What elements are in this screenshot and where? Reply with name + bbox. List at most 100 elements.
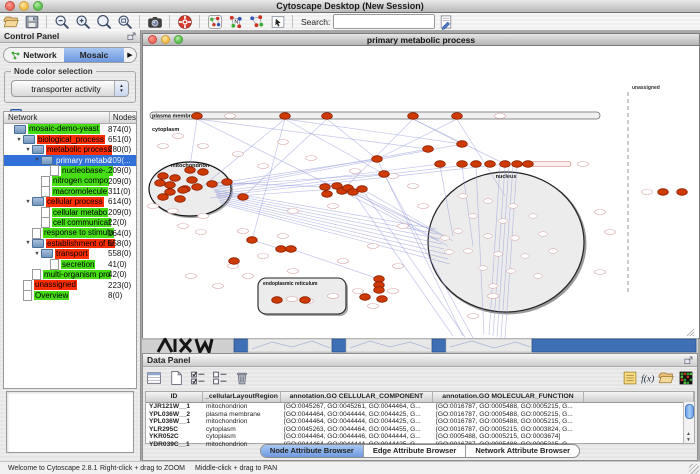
network-node[interactable] [170,175,181,182]
table-scrollbar[interactable]: ▲▼ [683,402,694,443]
network-node[interactable] [198,169,209,176]
network-node[interactable] [320,184,331,191]
table-row[interactable]: YJR121W__1mitochondrion[GO:0045267, GO:0… [146,403,694,411]
nucleus-node[interactable] [479,266,488,271]
tree-row[interactable]: cellular metabo209(0) [4,207,136,217]
tree-row[interactable]: ▼establishment of lo558(0) [4,238,136,248]
tab-network-attribute-browser[interactable]: Network Attribute Browser [466,445,579,457]
tab-network[interactable]: Network [4,48,64,62]
network-node[interactable] [512,161,523,168]
nucleus-node[interactable] [507,269,516,274]
node-color-dropdown[interactable]: transporter activity ▲▼ [11,80,129,97]
network-node[interactable] [158,194,169,201]
table-row[interactable]: YPL036W__1mitochondrion[GO:0044464, GO:0… [146,418,694,426]
table-row[interactable]: YLR295Ccytoplasm[GO:0045263, GO:0044464,… [146,426,694,434]
network-node[interactable] [192,113,203,120]
tree-row[interactable]: unassigned223(0) [4,280,136,290]
import-attributes-icon[interactable] [658,370,674,386]
tree-row[interactable]: ▼primary metabo209(... [4,155,136,165]
delete-attribute-icon[interactable] [234,370,250,386]
nucleus-node[interactable] [469,214,478,219]
tree-row[interactable]: mosaic-demo-yeast874(0) [4,124,136,134]
network-node[interactable] [377,296,388,303]
zoom-out-icon[interactable] [54,14,70,30]
create-attribute-icon[interactable] [168,370,184,386]
nucleus-node[interactable] [511,236,520,241]
network-node[interactable] [357,186,368,193]
network-node[interactable] [322,191,333,198]
network-window-titlebar[interactable]: primary metabolic process [143,34,699,46]
nucleus-node[interactable] [464,249,473,254]
network-node[interactable] [286,246,297,253]
nucleus-node[interactable] [489,284,498,289]
tree-row[interactable]: Overview8(0) [4,290,136,300]
nucleus-node[interactable] [454,229,463,234]
network-node[interactable] [222,179,233,186]
search-input[interactable] [334,15,435,28]
nucleus-node[interactable] [494,252,503,257]
tree-row[interactable]: response to stimulu264(0) [4,228,136,238]
network-node[interactable] [185,167,196,174]
snapshot-camera-icon[interactable] [147,14,163,30]
column-id[interactable]: ID [146,392,203,402]
zoom-actual-icon[interactable] [96,14,112,30]
expand-arrow-icon[interactable]: ▼ [24,199,32,205]
network-node[interactable] [658,189,669,196]
nucleus-node[interactable] [529,214,538,219]
scrollbar-thumb[interactable] [685,404,694,419]
network-node[interactable] [500,161,511,168]
column-nodes[interactable]: Nodes [110,112,136,123]
select-all-attributes-icon[interactable] [190,370,206,386]
table-row[interactable]: YKR052Ccytoplasm[GO:0044464, GO:0044446,… [146,433,694,441]
search-options-icon[interactable] [438,14,454,30]
network-node[interactable] [192,184,203,191]
nucleus-node[interactable] [445,250,454,255]
attribute-select-icon[interactable] [146,370,162,386]
network-node[interactable] [178,187,189,194]
expand-arrow-icon[interactable]: ▼ [24,240,32,246]
network-node[interactable] [300,297,311,304]
expand-arrow-icon[interactable]: ▼ [33,157,41,163]
network-node[interactable] [280,113,291,120]
network-node[interactable] [276,246,287,253]
birdseye-view[interactable] [6,391,134,453]
network-node[interactable] [238,194,249,201]
network-node[interactable] [677,189,688,196]
background-window-titlebar[interactable] [332,339,346,352]
nucleus-node[interactable] [484,234,493,239]
tree-row[interactable]: macromolecule311(0) [4,186,136,196]
label-position-icon[interactable] [622,370,638,386]
network-node[interactable] [523,161,534,168]
nucleus-node[interactable] [509,204,518,209]
column-network[interactable]: Network [4,112,110,123]
new-network-from-selection-edges-icon[interactable] [249,14,265,30]
table-row[interactable]: YPL036W__2plasma membrane[GO:0044464, GO… [146,411,694,419]
network-node[interactable] [272,297,283,304]
tree-row[interactable]: ▼metabolic process280(0) [4,145,136,155]
network-node[interactable] [165,182,176,189]
column-cellular-component[interactable]: annotation.GO CELLULAR_COMPONENT [281,392,433,402]
network-node[interactable] [435,161,446,168]
network-node[interactable] [452,113,463,120]
zoom-in-icon[interactable] [75,14,91,30]
save-session-icon[interactable] [24,14,40,30]
network-node[interactable] [247,237,258,244]
network-node[interactable] [360,294,371,301]
column-layout-region[interactable]: _cellularLayoutRegion [203,392,281,402]
help-lifering-icon[interactable] [177,14,193,30]
network-node[interactable] [322,113,333,120]
network-node[interactable] [155,180,166,187]
network-node[interactable] [457,161,468,168]
nucleus-node[interactable] [441,236,450,241]
float-panel-icon[interactable] [684,356,693,365]
heatmap-icon[interactable] [678,370,694,386]
unselect-all-attributes-icon[interactable] [212,370,228,386]
network-node[interactable] [485,161,496,168]
network-node[interactable] [187,177,198,184]
float-panel-icon[interactable] [127,32,136,41]
network-node[interactable] [374,287,385,294]
network-node[interactable] [471,161,482,168]
network-node[interactable] [379,171,390,178]
network-node[interactable] [158,173,169,180]
network-node[interactable] [175,196,186,203]
